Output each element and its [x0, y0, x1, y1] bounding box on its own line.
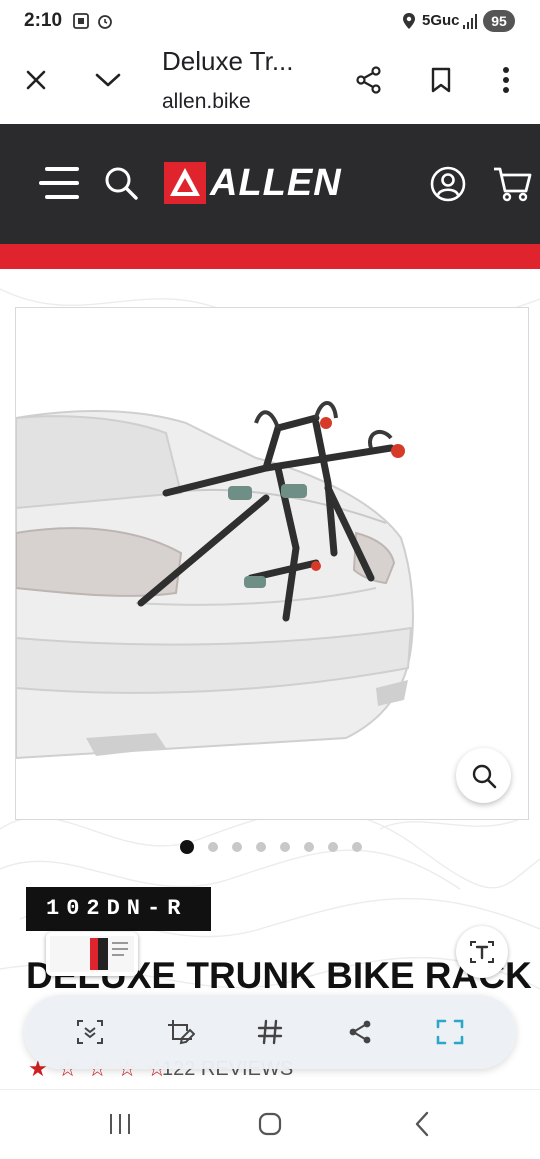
carousel-dot[interactable] — [328, 842, 338, 852]
alarm-icon — [98, 15, 112, 29]
hashtag-icon — [257, 1019, 283, 1045]
bookmark-icon — [431, 67, 451, 93]
product-image[interactable] — [15, 307, 529, 820]
recents-icon — [110, 1114, 130, 1134]
logo-text: ALLEN — [210, 162, 342, 204]
carousel-dot[interactable] — [352, 842, 362, 852]
home-button[interactable] — [248, 1104, 292, 1144]
toolbar-share-button[interactable] — [336, 1008, 384, 1056]
status-bar: 2:10 5Guc 95 — [0, 0, 540, 44]
signal-icon — [463, 14, 477, 29]
scroll-capture-button[interactable] — [66, 1008, 114, 1056]
carousel-dot[interactable] — [256, 842, 266, 852]
menu-button[interactable] — [36, 162, 82, 204]
text-extract-button[interactable] — [456, 926, 508, 978]
sku-badge: 102DN-R — [26, 887, 211, 931]
draw-button[interactable] — [156, 1008, 204, 1056]
custom-tab-bar: Deluxe Tr... allen.bike — [0, 44, 540, 124]
more-vert-icon — [503, 67, 509, 93]
back-button[interactable] — [400, 1104, 444, 1144]
zoom-icon — [472, 764, 496, 788]
smart-select-button[interactable] — [426, 1008, 474, 1056]
share-icon — [356, 66, 381, 94]
cart-button[interactable] — [490, 164, 534, 204]
home-icon — [258, 1112, 282, 1136]
scroll-capture-icon — [77, 1020, 103, 1044]
close-button[interactable] — [14, 58, 58, 102]
red-accent-bar — [0, 244, 540, 269]
edit-crop-icon — [168, 1020, 195, 1045]
text-extract-icon — [470, 941, 494, 963]
share-button[interactable] — [347, 58, 391, 102]
allen-logo[interactable]: ALLEN — [164, 162, 342, 204]
more-button[interactable] — [484, 58, 528, 102]
chevron-down-icon — [95, 73, 121, 87]
search-icon — [105, 167, 138, 200]
system-nav-bar — [0, 1089, 540, 1159]
share-icon — [349, 1020, 371, 1044]
back-icon — [415, 1111, 429, 1137]
bookmark-button[interactable] — [419, 58, 463, 102]
recents-button[interactable] — [98, 1104, 142, 1144]
search-button[interactable] — [100, 162, 142, 204]
close-icon — [26, 70, 46, 90]
page-domain: allen.bike — [162, 90, 251, 113]
page-title: Deluxe Tr... — [162, 46, 294, 76]
carousel-dot[interactable] — [280, 842, 290, 852]
screenshot-thumbnail[interactable] — [46, 932, 138, 976]
carousel-dot[interactable] — [232, 842, 242, 852]
network-label: 5Guc — [422, 12, 460, 29]
carousel-dot[interactable] — [208, 842, 218, 852]
screenshot-toolbar — [24, 995, 516, 1069]
menu-icon — [39, 167, 79, 199]
status-time: 2:10 — [24, 10, 63, 31]
zoom-button[interactable] — [456, 748, 511, 803]
battery-badge: 95 — [483, 10, 515, 32]
tag-button[interactable] — [246, 1008, 294, 1056]
carousel-dot[interactable] — [304, 842, 314, 852]
cart-icon — [494, 167, 532, 202]
image-carousel-dots — [180, 840, 362, 854]
smart-select-icon — [436, 1019, 464, 1045]
carousel-dot[interactable] — [180, 840, 194, 854]
location-icon — [403, 13, 415, 29]
logo-mark — [164, 162, 206, 204]
expand-button[interactable] — [86, 58, 130, 102]
account-button[interactable] — [428, 164, 468, 204]
account-icon — [430, 166, 466, 202]
bike-rack-on-car-image — [16, 401, 414, 760]
screenshot-icon — [73, 13, 89, 29]
